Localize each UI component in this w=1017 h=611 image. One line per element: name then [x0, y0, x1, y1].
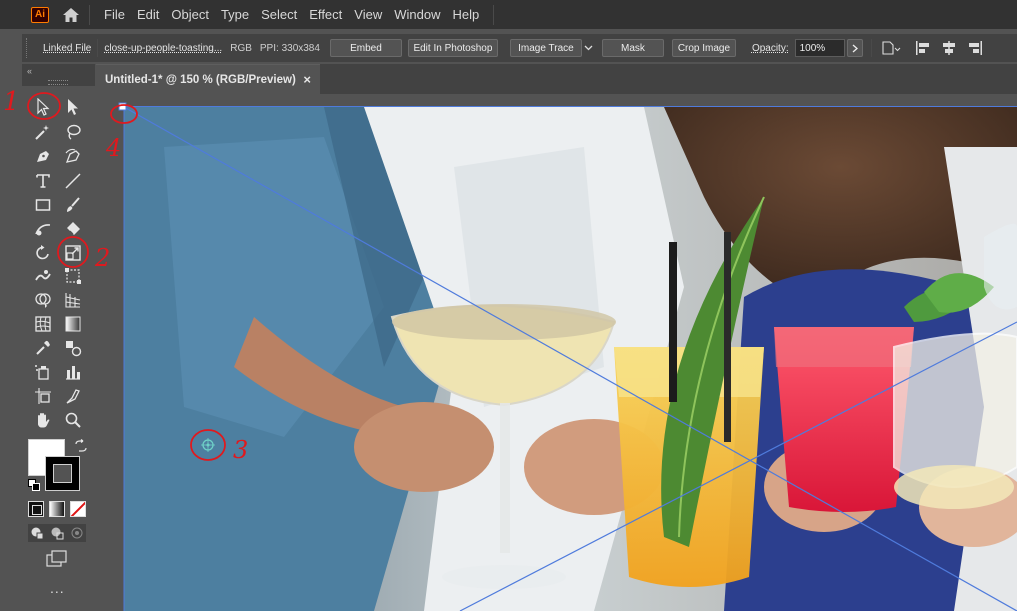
- control-divider: [870, 39, 872, 57]
- color-mode: RGB: [230, 42, 252, 54]
- align-left-icon[interactable]: [910, 39, 936, 57]
- hand-tool-icon[interactable]: [32, 409, 54, 431]
- ppi-readout: PPI: 330x384: [259, 42, 320, 54]
- menu-type[interactable]: Type: [215, 0, 255, 29]
- shape-builder-tool-icon[interactable]: [32, 289, 54, 311]
- blend-tool-icon[interactable]: [62, 337, 84, 359]
- warp-tool-icon[interactable]: [32, 265, 54, 287]
- illustrator-logo: Ai: [31, 6, 49, 23]
- screen-mode-icon[interactable]: [46, 550, 68, 573]
- rectangle-tool-icon[interactable]: [32, 194, 54, 216]
- linked-file-label[interactable]: Linked File: [43, 43, 91, 54]
- panel-grip[interactable]: [26, 38, 31, 58]
- draw-inside-icon[interactable]: [70, 526, 84, 540]
- home-icon[interactable]: [61, 6, 81, 24]
- document-tab-title: Untitled-1* @ 150 % (RGB/Preview): [105, 73, 296, 86]
- document-setup-icon[interactable]: [880, 39, 902, 57]
- menu-bar: Ai File Edit Object Type Select Effect V…: [0, 0, 1017, 29]
- mesh-tool-icon[interactable]: [32, 313, 54, 335]
- menu-file[interactable]: File: [98, 0, 131, 29]
- annotation-number-1: 1: [3, 87, 20, 117]
- placed-image[interactable]: [124, 107, 1017, 611]
- symbol-sprayer-tool-icon[interactable]: [32, 361, 54, 383]
- opacity-arrow-icon[interactable]: [846, 39, 863, 57]
- none-mode-icon[interactable]: [70, 501, 86, 517]
- menu-help[interactable]: Help: [446, 0, 485, 29]
- eraser-tool-icon[interactable]: [62, 218, 84, 240]
- magic-wand-tool-icon[interactable]: [32, 121, 54, 143]
- embed-button[interactable]: Embed: [329, 39, 402, 57]
- control-divider: [97, 39, 99, 57]
- draw-behind-icon[interactable]: [50, 526, 64, 540]
- menu-select[interactable]: Select: [255, 0, 303, 29]
- edit-toolbar-icon[interactable]: ...: [50, 580, 65, 596]
- close-tab-icon[interactable]: ×: [303, 72, 311, 87]
- image-trace-dropdown-icon[interactable]: [582, 39, 596, 57]
- opacity-input[interactable]: 100%: [794, 39, 845, 57]
- gradient-tool-icon[interactable]: [62, 313, 84, 335]
- scale-tool-icon[interactable]: [62, 242, 84, 264]
- free-transform-tool-icon[interactable]: [62, 265, 84, 287]
- control-bar: Linked File close-up-people-toasting... …: [22, 34, 1017, 62]
- column-graph-tool-icon[interactable]: [62, 361, 84, 383]
- pen-tool-icon[interactable]: [32, 145, 54, 167]
- menu-window[interactable]: Window: [388, 0, 446, 29]
- lasso-tool-icon[interactable]: [62, 121, 84, 143]
- eyedropper-tool-icon[interactable]: [32, 337, 54, 359]
- menu-divider: [493, 4, 495, 25]
- panel-grip[interactable]: [48, 80, 68, 85]
- tools-panel-header[interactable]: «: [22, 64, 95, 86]
- type-tool-icon[interactable]: [32, 170, 54, 192]
- direct-selection-tool-icon[interactable]: [62, 96, 84, 118]
- edit-in-photoshop-button[interactable]: Edit In Photoshop: [407, 39, 498, 57]
- zoom-tool-icon[interactable]: [62, 409, 84, 431]
- align-right-icon[interactable]: [962, 39, 988, 57]
- tools-panel: « ...: [22, 64, 95, 611]
- document-tab[interactable]: Untitled-1* @ 150 % (RGB/Preview) ×: [96, 64, 320, 94]
- paintbrush-tool-icon[interactable]: [62, 194, 84, 216]
- line-segment-tool-icon[interactable]: [62, 170, 84, 192]
- document-tab-bar: Untitled-1* @ 150 % (RGB/Preview) ×: [96, 64, 1017, 94]
- default-fill-stroke-icon[interactable]: [28, 478, 40, 496]
- menu-edit[interactable]: Edit: [131, 0, 165, 29]
- slice-tool-icon[interactable]: [62, 385, 84, 407]
- draw-normal-icon[interactable]: [30, 526, 44, 540]
- artboard-tool-icon[interactable]: [32, 385, 54, 407]
- menu-object[interactable]: Object: [165, 0, 215, 29]
- perspective-grid-tool-icon[interactable]: [62, 289, 84, 311]
- image-trace-button[interactable]: Image Trace: [509, 39, 582, 57]
- color-mode-icon[interactable]: [28, 501, 44, 517]
- align-center-icon[interactable]: [936, 39, 962, 57]
- selection-tool-icon[interactable]: [32, 96, 54, 118]
- stroke-color-swatch[interactable]: [45, 456, 80, 491]
- rotate-tool-icon[interactable]: [32, 242, 54, 264]
- menu-effect[interactable]: Effect: [303, 0, 348, 29]
- curvature-tool-icon[interactable]: [62, 145, 84, 167]
- opacity-label[interactable]: Opacity:: [752, 43, 789, 54]
- shaper-tool-icon[interactable]: [32, 218, 54, 240]
- collapse-panel-icon[interactable]: «: [27, 66, 32, 76]
- menu-divider: [89, 4, 90, 25]
- linked-file-name[interactable]: close-up-people-toasting...: [104, 43, 222, 54]
- crop-image-button[interactable]: Crop Image: [671, 39, 736, 57]
- gradient-mode-icon[interactable]: [49, 501, 65, 517]
- mask-button[interactable]: Mask: [601, 39, 664, 57]
- draw-modes: [28, 524, 86, 542]
- menu-view[interactable]: View: [348, 0, 388, 29]
